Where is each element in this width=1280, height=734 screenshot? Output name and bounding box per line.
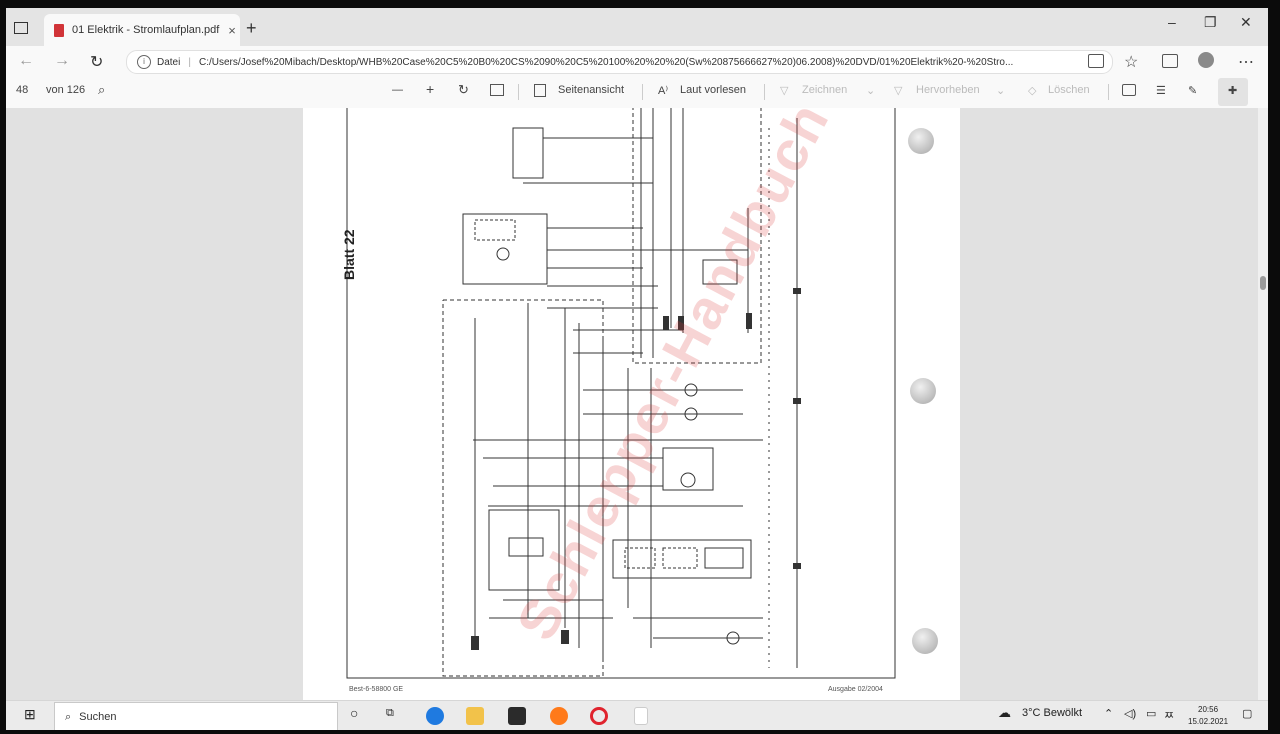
- zoom-in-button[interactable]: +: [426, 81, 434, 97]
- url-text: C:/Users/Josef%20Mibach/Desktop/WHB%20Ca…: [198, 56, 1014, 68]
- toolbar-divider: [764, 84, 765, 100]
- read-aloud-button[interactable]: Laut vorlesen: [680, 84, 746, 96]
- file-explorer-icon[interactable]: [466, 707, 484, 725]
- draw-button[interactable]: Zeichnen: [802, 84, 847, 96]
- taskbar-clock[interactable]: 20:56 15.02.2021: [1188, 704, 1228, 728]
- page-total: von 126: [46, 84, 86, 96]
- erase-button[interactable]: Löschen: [1048, 84, 1090, 96]
- rotate-icon[interactable]: ↻: [458, 82, 469, 98]
- vertical-scrollbar[interactable]: [1258, 108, 1268, 700]
- toolbar-divider: [642, 84, 643, 100]
- print-icon[interactable]: [1122, 84, 1136, 96]
- volume-icon[interactable]: ◁): [1124, 707, 1136, 720]
- url-separator: |: [188, 56, 191, 68]
- highlight-icon: ▽: [894, 85, 903, 97]
- read-aloud-icon: A⁾: [658, 85, 669, 97]
- tab-close-button[interactable]: ×: [224, 23, 240, 38]
- chevron-down-icon[interactable]: ⌄: [866, 84, 875, 97]
- footer-left: Best-6-58800 GE: [349, 686, 404, 693]
- footer-right: Ausgabe 02/2004: [828, 686, 883, 693]
- sheet-label: Blatt 22: [341, 229, 357, 280]
- info-icon[interactable]: i: [137, 55, 151, 69]
- page-view-button[interactable]: Seitenansicht: [558, 84, 624, 96]
- punch-hole: [910, 378, 936, 404]
- zoom-out-button[interactable]: —: [392, 84, 403, 96]
- toolbar-divider: [1108, 84, 1109, 100]
- close-window-button[interactable]: ✕: [1240, 14, 1252, 31]
- save-icon[interactable]: ✎: [1188, 84, 1197, 97]
- search-icon[interactable]: ⌕: [98, 82, 105, 98]
- tab-title: 01 Elektrik - Stromlaufplan.pdf: [72, 24, 220, 36]
- save-as-icon[interactable]: ☰: [1156, 84, 1166, 97]
- scrollbar-thumb[interactable]: [1260, 276, 1266, 290]
- pdf-page: Blatt 22 Schlepper-Handbuch Best-6-58800…: [303, 91, 960, 700]
- clock-time: 20:56: [1198, 705, 1219, 714]
- opera-icon[interactable]: [590, 707, 608, 725]
- pin-icon: ✚: [1228, 85, 1238, 97]
- collections-icon[interactable]: [1162, 54, 1178, 68]
- restore-button[interactable]: ❐: [1204, 14, 1217, 31]
- favorites-icon[interactable]: ☆: [1124, 52, 1138, 72]
- highlight-button[interactable]: Hervorheben: [916, 84, 980, 96]
- tab-actions-icon[interactable]: [14, 22, 28, 34]
- more-icon[interactable]: ⋯: [1238, 52, 1254, 72]
- search-placeholder: Suchen: [79, 711, 117, 723]
- pdf-toolbar: 48 von 126 ⌕ — + ↻ Seitenansicht A⁾ Laut…: [6, 76, 1268, 109]
- notifications-icon[interactable]: ▢: [1242, 707, 1252, 720]
- chevron-up-icon[interactable]: ⌃: [1104, 707, 1113, 720]
- punch-hole: [912, 628, 938, 654]
- tab-pdf[interactable]: 01 Elektrik - Stromlaufplan.pdf ×: [44, 14, 240, 46]
- file-label: Datei: [157, 56, 181, 68]
- clock-date: 15.02.2021: [1188, 717, 1229, 726]
- ime-icon[interactable]: ㅉ: [1164, 707, 1174, 723]
- browser-window: 01 Elektrik - Stromlaufplan.pdf × + – ❐ …: [6, 8, 1268, 730]
- weather-text[interactable]: 3°C Bewölkt: [1022, 707, 1082, 719]
- address-input[interactable]: i Datei | C:/Users/Josef%20Mibach/Deskto…: [126, 50, 1113, 74]
- profile-avatar[interactable]: [1198, 52, 1214, 68]
- weather-icon[interactable]: ☁: [998, 705, 1011, 721]
- firefox-icon[interactable]: [550, 707, 568, 725]
- pdf-file-icon: [54, 23, 64, 37]
- address-bar-row: ← → ↻ i Datei | C:/Users/Josef%20Mibach/…: [6, 46, 1268, 77]
- store-icon[interactable]: [508, 707, 526, 725]
- toolbar-divider: [518, 84, 519, 100]
- start-icon[interactable]: ⊞: [24, 706, 36, 723]
- forward-icon[interactable]: →: [54, 52, 70, 70]
- read-mode-icon[interactable]: [1088, 54, 1104, 68]
- fit-page-icon[interactable]: [490, 84, 504, 96]
- document-icon[interactable]: [634, 707, 648, 725]
- refresh-icon[interactable]: ↻: [90, 52, 103, 72]
- new-tab-button[interactable]: +: [246, 18, 257, 39]
- cortana-icon[interactable]: ○: [350, 705, 358, 721]
- pdf-viewer: Blatt 22 Schlepper-Handbuch Best-6-58800…: [6, 91, 1258, 700]
- search-icon: ⌕: [65, 710, 72, 723]
- back-icon[interactable]: ←: [18, 52, 34, 70]
- network-icon[interactable]: ▭: [1146, 707, 1156, 720]
- tab-bar: 01 Elektrik - Stromlaufplan.pdf × + – ❐ …: [6, 8, 1268, 46]
- edge-icon[interactable]: [426, 707, 444, 725]
- windows-taskbar: ⊞ ⌕ Suchen ○ ⧉ ☁ 3°C Bewölkt ⌃ ◁) ▭ ㅉ 20…: [6, 700, 1268, 730]
- minimize-button[interactable]: –: [1168, 14, 1176, 30]
- taskbar-search-input[interactable]: ⌕ Suchen: [54, 702, 338, 730]
- page-number-input[interactable]: 48: [16, 84, 28, 96]
- page-view-icon: [534, 84, 546, 97]
- eraser-icon: ◇: [1028, 85, 1037, 97]
- punch-hole: [908, 128, 934, 154]
- task-view-icon[interactable]: ⧉: [386, 707, 394, 720]
- chevron-down-icon[interactable]: ⌄: [996, 84, 1005, 97]
